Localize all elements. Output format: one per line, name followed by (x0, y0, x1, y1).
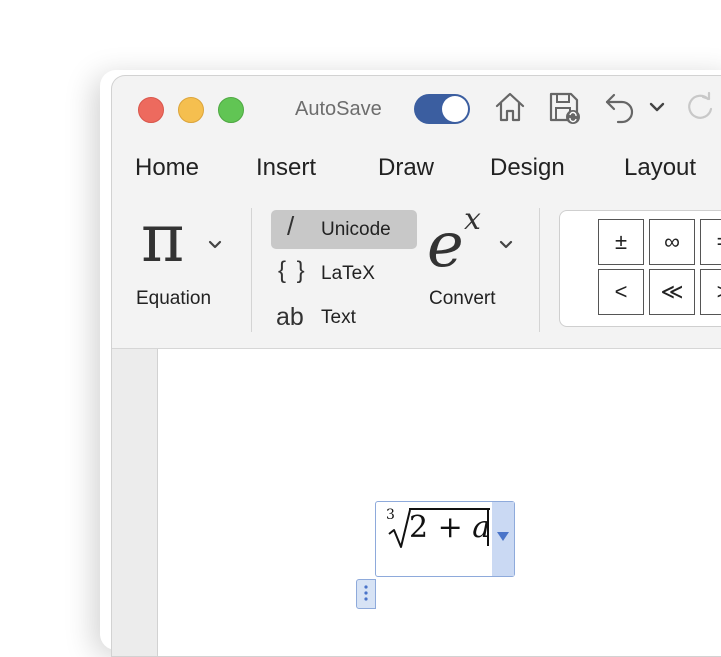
latex-label: LaTeX (321, 263, 375, 284)
radicand-number: 2 + (409, 510, 473, 545)
equation-drag-handle[interactable] (356, 579, 376, 609)
symbol-much-less-than[interactable]: ≪ (649, 269, 695, 315)
equation-button[interactable]: π Equation (132, 200, 232, 316)
tab-insert[interactable]: Insert (256, 154, 316, 182)
ribbon-divider (539, 208, 540, 332)
tab-home[interactable]: Home (135, 154, 199, 182)
symbol-equals[interactable]: = (700, 219, 721, 265)
text-cursor (487, 510, 489, 546)
maximize-window-button[interactable] (218, 97, 244, 123)
latex-option[interactable]: { } LaTeX (271, 254, 417, 293)
convert-button[interactable]: e x Convert (424, 202, 524, 316)
undo-icon[interactable] (602, 89, 638, 125)
symbol-infinity[interactable]: ∞ (649, 219, 695, 265)
radicand: 2 + a (409, 508, 491, 546)
home-icon[interactable] (492, 89, 528, 125)
tab-layout[interactable]: Layout (624, 154, 696, 182)
text-option[interactable]: ab Text (271, 298, 417, 337)
unicode-option[interactable]: / Unicode (271, 210, 417, 249)
grip-dots-icon (364, 585, 368, 601)
equation-content[interactable]: 3 2 + a (376, 502, 493, 576)
toggle-knob (442, 96, 468, 122)
redo-icon[interactable] (682, 89, 718, 125)
save-icon[interactable] (546, 89, 582, 125)
convert-label: Convert (429, 288, 496, 309)
word-window: AutoSave Home Insert Draw Design Layout … (111, 75, 721, 657)
tab-draw[interactable]: Draw (378, 154, 434, 182)
slash-icon: / (287, 211, 295, 241)
ribbon-tabs: Home Insert Draw Design Layout (112, 154, 721, 190)
exponent-icon-power: x (464, 202, 481, 237)
text-label: Text (321, 307, 356, 328)
equation-options-button[interactable] (492, 502, 514, 576)
close-window-button[interactable] (138, 97, 164, 123)
braces-icon: { } (278, 257, 307, 284)
ribbon-divider (251, 208, 252, 332)
symbol-less-than[interactable]: < (598, 269, 644, 315)
pi-icon: π (141, 200, 185, 277)
chevron-down-icon (499, 240, 513, 249)
chevron-down-icon (208, 240, 222, 249)
symbols-gallery: ± ∞ = < ≪ > (559, 210, 721, 327)
chevron-down-icon[interactable] (647, 89, 667, 125)
exponent-icon-base: e (427, 208, 464, 281)
ab-icon: ab (276, 303, 304, 331)
unicode-label: Unicode (321, 219, 391, 240)
symbol-greater-than[interactable]: > (700, 269, 721, 315)
equation-object[interactable]: 3 2 + a (375, 501, 515, 577)
triangle-down-icon (497, 532, 509, 541)
tab-design[interactable]: Design (490, 154, 565, 182)
minimize-window-button[interactable] (178, 97, 204, 123)
autosave-label: AutoSave (295, 98, 382, 120)
autosave-toggle[interactable] (414, 94, 470, 124)
symbol-plus-minus[interactable]: ± (598, 219, 644, 265)
equation-label: Equation (136, 288, 212, 309)
